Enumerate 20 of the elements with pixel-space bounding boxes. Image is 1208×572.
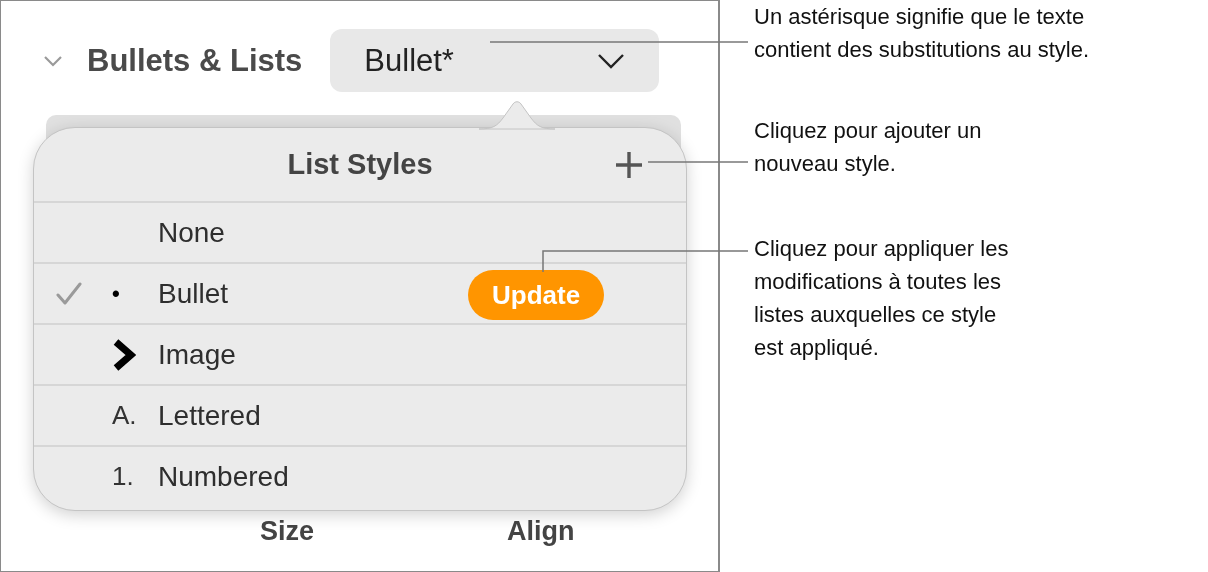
callout-text: Un astérisque signifie que le texte contient des substitutions au style. <box>754 3 1090 64</box>
list-marker: 1. <box>112 461 134 492</box>
callout-text: Cliquez pour appliquer les modifications à toutes les listes auxquelles ce style est appliqué. <box>754 235 1010 362</box>
add-icon[interactable] <box>614 150 644 180</box>
list-style-item[interactable]: Lettered <box>158 399 261 432</box>
section-title: Bullets & Lists <box>87 42 303 79</box>
list-marker: • <box>112 280 120 307</box>
list-style-item[interactable]: Numbered <box>158 460 289 493</box>
chevron-down-icon <box>597 52 626 69</box>
chevron-icon <box>112 338 136 371</box>
list-style-item[interactable]: None <box>158 216 225 249</box>
chevron-down-icon[interactable] <box>43 54 63 67</box>
list-marker: A. <box>112 400 137 431</box>
style-dropdown[interactable]: Bullet* <box>330 29 660 92</box>
popover-title: List Styles <box>287 148 433 181</box>
list-style-item[interactable]: Image <box>158 338 236 371</box>
list-style-item[interactable]: Bullet <box>158 277 229 310</box>
size-label: Size <box>260 516 315 547</box>
align-label: Align <box>507 516 575 547</box>
callout-text: Cliquez pour ajouter un nouveau style. <box>754 117 983 178</box>
